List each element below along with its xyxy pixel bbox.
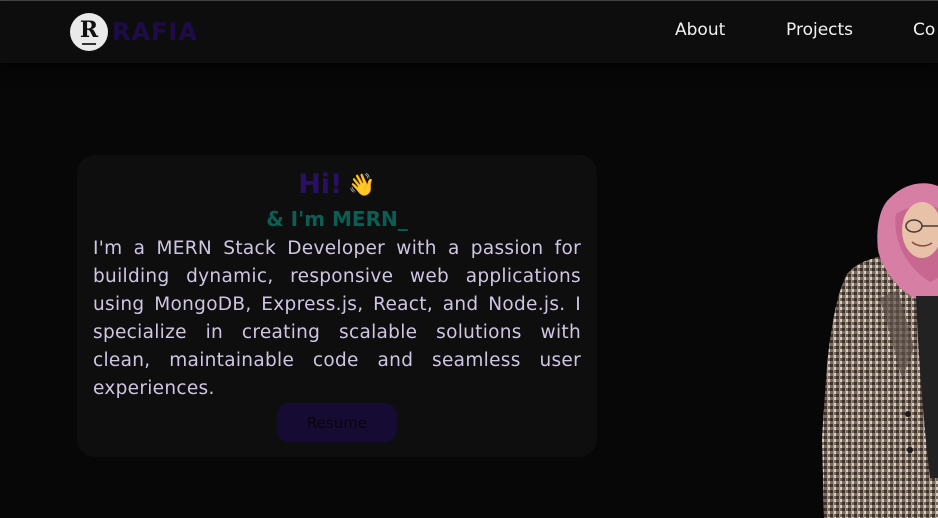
intro-card: Hi! 👋 & I'm MERN_ I'm a MERN Stack Develo… — [77, 155, 597, 457]
portfolio-page: R RAFIA About Projects Co Hi! 👋 & I'm MER… — [0, 0, 938, 518]
resume-button[interactable]: Resume — [277, 403, 397, 442]
greeting-text: Hi! — [298, 169, 343, 200]
bio-paragraph: I'm a MERN Stack Developer with a passio… — [93, 238, 581, 399]
waving-hand-icon: 👋 — [348, 173, 376, 198]
nav-link-about[interactable]: About — [675, 20, 725, 40]
greeting-line: Hi! 👋 — [77, 169, 597, 200]
navbar: R RAFIA About Projects Co — [0, 1, 938, 63]
nav-links: About Projects Co — [0, 1, 938, 63]
role-typewriter: & I'm MERN_ — [266, 207, 408, 231]
nav-link-contact[interactable]: Co — [913, 20, 935, 40]
nav-link-projects[interactable]: Projects — [786, 20, 853, 40]
profile-photo — [822, 183, 938, 518]
